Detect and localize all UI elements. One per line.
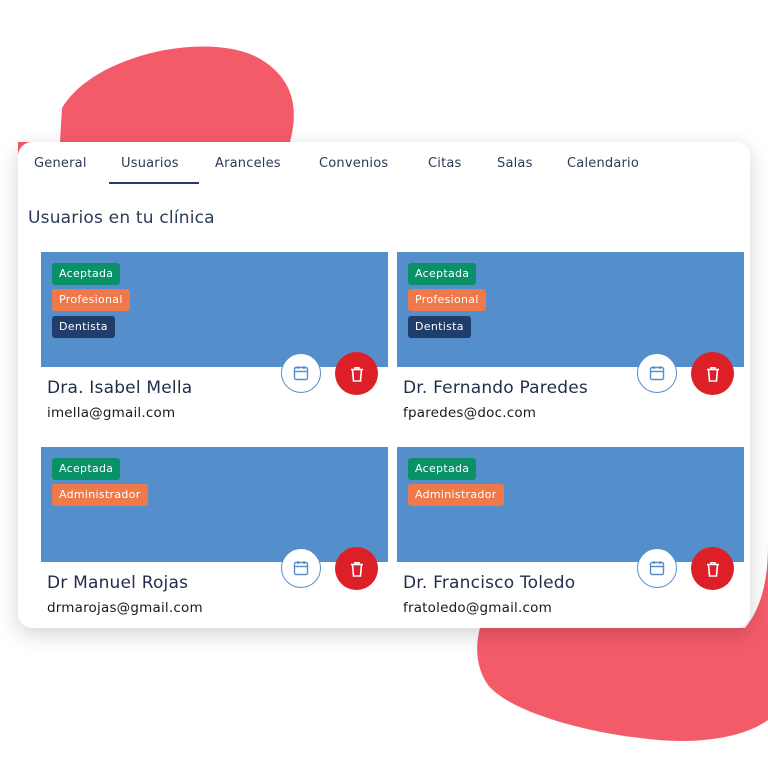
user-name: Dra. Isabel Mella — [47, 378, 193, 398]
trash-icon — [350, 561, 363, 577]
calendar-icon — [293, 561, 309, 576]
user-email: imella@gmail.com — [47, 405, 176, 421]
tab-usuarios[interactable]: Usuarios — [121, 156, 179, 171]
clinic-users-panel: General Usuarios Aranceles Convenios Cit… — [18, 142, 750, 628]
calendar-button[interactable] — [637, 353, 677, 393]
specialty-badge: Dentista — [408, 316, 471, 338]
user-card: Aceptada Profesional Dentista Dr. Fernan… — [397, 252, 744, 430]
role-badge: Administrador — [52, 484, 148, 506]
tab-citas[interactable]: Citas — [428, 156, 462, 171]
trash-icon — [706, 561, 719, 577]
specialty-badge: Dentista — [52, 316, 115, 338]
tab-calendario[interactable]: Calendario — [567, 156, 639, 171]
delete-button[interactable] — [335, 352, 378, 395]
user-card: Aceptada Administrador Dr Manuel Rojas d… — [41, 447, 388, 625]
user-card: Aceptada Administrador Dr. Francisco Tol… — [397, 447, 744, 625]
calendar-button[interactable] — [637, 548, 677, 588]
role-badge: Profesional — [52, 289, 130, 311]
status-badge: Aceptada — [52, 263, 121, 285]
calendar-button[interactable] — [281, 548, 321, 588]
calendar-button[interactable] — [281, 353, 321, 393]
user-name: Dr. Fernando Paredes — [403, 378, 588, 398]
role-badge: Profesional — [408, 289, 486, 311]
calendar-icon — [649, 561, 665, 576]
tab-convenios[interactable]: Convenios — [319, 156, 388, 171]
trash-icon — [706, 366, 719, 382]
status-badge: Aceptada — [52, 458, 121, 480]
user-name: Dr. Francisco Toledo — [403, 573, 576, 593]
trash-icon — [350, 366, 363, 382]
delete-button[interactable] — [691, 547, 734, 590]
tab-salas[interactable]: Salas — [497, 156, 533, 171]
active-tab-indicator — [109, 182, 199, 184]
status-badge: Aceptada — [408, 458, 477, 480]
delete-button[interactable] — [691, 352, 734, 395]
tab-general[interactable]: General — [34, 156, 87, 171]
role-badge: Administrador — [408, 484, 504, 506]
user-card: Aceptada Profesional Dentista Dra. Isabe… — [41, 252, 388, 430]
status-badge: Aceptada — [408, 263, 477, 285]
user-email: drmarojas@gmail.com — [47, 600, 203, 616]
user-email: fparedes@doc.com — [403, 405, 537, 421]
calendar-icon — [649, 366, 665, 381]
section-title: Usuarios en tu clínica — [28, 208, 215, 228]
calendar-icon — [293, 366, 309, 381]
delete-button[interactable] — [335, 547, 378, 590]
user-email: fratoledo@gmail.com — [403, 600, 552, 616]
tab-aranceles[interactable]: Aranceles — [215, 156, 281, 171]
user-name: Dr Manuel Rojas — [47, 573, 189, 593]
tab-bar: General Usuarios Aranceles Convenios Cit… — [18, 142, 750, 186]
